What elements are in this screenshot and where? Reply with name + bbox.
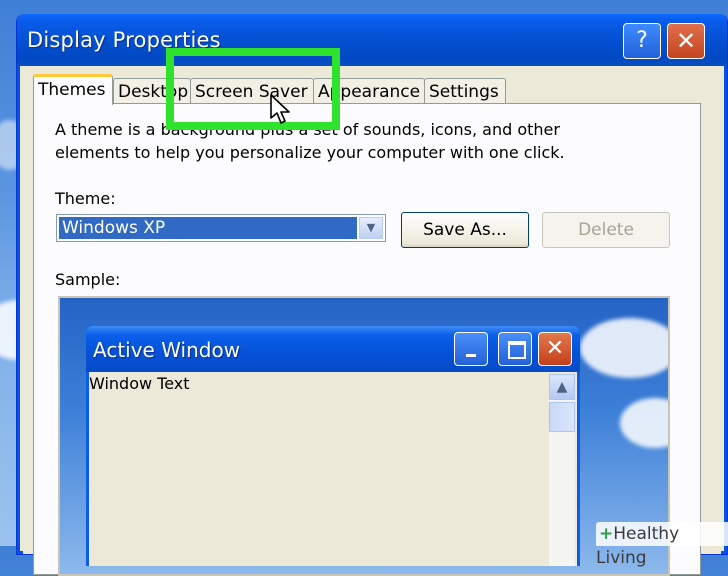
theme-label: Theme: bbox=[55, 189, 116, 208]
tab-settings[interactable]: Settings bbox=[424, 78, 506, 104]
scroll-thumb bbox=[549, 402, 575, 432]
sample-cloud bbox=[580, 318, 668, 378]
theme-dropdown-value: Windows XP bbox=[59, 217, 357, 239]
tab-label: Settings bbox=[429, 82, 499, 102]
title-bar[interactable]: Display Properties ? ✕ bbox=[17, 14, 727, 66]
sample-active-window: Active Window ✕ Window Text ▲ bbox=[86, 326, 580, 566]
save-as-button[interactable]: Save As... bbox=[401, 212, 529, 248]
delete-button: Delete bbox=[542, 212, 670, 248]
minimize-icon bbox=[454, 332, 488, 366]
dialog-body: Themes Desktop Screen Saver Appearance S… bbox=[23, 66, 721, 576]
mouse-cursor-icon bbox=[270, 94, 290, 124]
theme-dropdown[interactable]: Windows XP ▼ bbox=[56, 214, 386, 242]
watermark-plus-icon: + bbox=[599, 524, 614, 544]
maximize-icon bbox=[498, 332, 532, 366]
watermark: +Healthy Living bbox=[596, 522, 728, 568]
close-icon: ✕ bbox=[675, 27, 697, 55]
tab-themes[interactable]: Themes bbox=[33, 74, 113, 105]
sample-title-bar: Active Window ✕ bbox=[86, 326, 580, 372]
help-icon: ? bbox=[636, 28, 648, 53]
tab-label: Themes bbox=[38, 80, 106, 100]
scroll-up-icon: ▲ bbox=[549, 374, 575, 400]
themes-panel: A theme is a background plus a set of so… bbox=[33, 103, 701, 576]
dropdown-arrow-icon[interactable]: ▼ bbox=[359, 217, 383, 239]
close-button[interactable]: ✕ bbox=[667, 23, 705, 59]
sample-preview: Active Window ✕ Window Text ▲ bbox=[58, 296, 670, 576]
sample-window-title: Active Window bbox=[93, 338, 241, 362]
sample-client-area: Window Text ▲ bbox=[89, 372, 577, 566]
sample-cloud bbox=[620, 398, 668, 448]
tab-highlight-box bbox=[166, 48, 340, 130]
sample-label: Sample: bbox=[55, 270, 121, 289]
sample-scrollbar: ▲ bbox=[549, 374, 575, 566]
help-button[interactable]: ? bbox=[623, 23, 661, 59]
sample-window-text: Window Text bbox=[89, 374, 190, 393]
display-properties-dialog: Display Properties ? ✕ Themes Desktop Sc… bbox=[16, 14, 728, 576]
sample-close-icon: ✕ bbox=[538, 332, 572, 366]
